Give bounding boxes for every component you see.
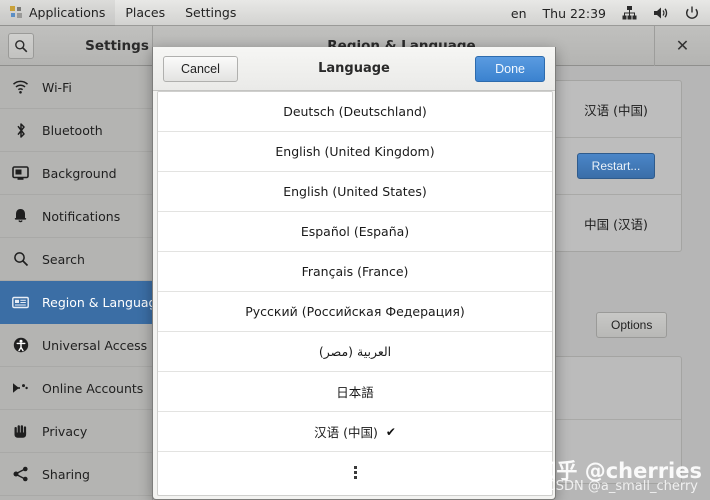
list-item[interactable]: Français (France) xyxy=(158,252,552,292)
settings-sidebar: Wi-Fi Bluetooth Background Notifications… xyxy=(0,66,153,500)
sidebar-item-region-and-language[interactable]: Region & Language xyxy=(0,281,152,324)
show-more-button[interactable] xyxy=(158,452,552,492)
clock-label: Thu 22:39 xyxy=(542,5,606,21)
list-item[interactable]: English (United States) xyxy=(158,172,552,212)
language-label: Français (France) xyxy=(301,264,409,279)
more-vertical-icon xyxy=(353,465,357,479)
sidebar-item-label: Universal Access xyxy=(42,337,148,353)
sidebar-item-label: Search xyxy=(42,251,85,267)
online-accounts-icon xyxy=(12,380,29,397)
checkmark-icon: ✔ xyxy=(385,424,396,439)
sidebar-item-label: Online Accounts xyxy=(42,380,144,396)
menu-places-label: Places xyxy=(125,5,166,20)
language-value: 汉语 (中国) xyxy=(584,102,648,118)
input-source-row-2[interactable] xyxy=(551,420,681,483)
language-label: English (United Kingdom) xyxy=(275,144,435,159)
language-label: Русский (Российская Федерация) xyxy=(245,304,465,319)
accessibility-icon xyxy=(12,337,29,354)
formats-value-row[interactable]: 中国 (汉语) xyxy=(551,195,681,252)
sidebar-item-label: Notifications xyxy=(42,208,121,224)
menu-settings-label: Settings xyxy=(185,5,237,20)
formats-value: 中国 (汉语) xyxy=(584,217,648,232)
bell-icon xyxy=(12,208,29,225)
language-value-row[interactable]: 汉语 (中国) xyxy=(551,81,681,138)
display-icon xyxy=(12,165,29,182)
menu-settings[interactable]: Settings xyxy=(175,0,246,26)
sidebar-item-wifi[interactable]: Wi-Fi xyxy=(0,66,152,109)
desktop-screen: Applications Places Settings en Thu 22:3… xyxy=(0,0,710,500)
language-dialog: Cancel Language Done Deutsch (Deutschlan… xyxy=(152,47,556,500)
sidebar-item-label: Wi-Fi xyxy=(42,79,72,95)
language-label: English (United States) xyxy=(283,184,427,199)
restart-row: Restart... xyxy=(551,138,681,195)
menu-places[interactable]: Places xyxy=(115,0,175,26)
top-panel-right: en Thu 22:39 xyxy=(504,0,706,26)
volume-icon[interactable] xyxy=(646,0,676,26)
list-item[interactable]: English (United Kingdom) xyxy=(158,132,552,172)
list-item[interactable]: Español (España) xyxy=(158,212,552,252)
cancel-button[interactable]: Cancel xyxy=(163,56,238,82)
done-button[interactable]: Done xyxy=(475,56,545,82)
sidebar-item-label: Sharing xyxy=(42,466,90,482)
input-source-indicator[interactable]: en xyxy=(504,0,534,26)
input-source-label: en xyxy=(510,5,527,21)
language-label: العربية (مصر) xyxy=(318,344,392,359)
input-sources-card xyxy=(550,356,682,484)
menu-applications[interactable]: Applications xyxy=(0,0,116,26)
sidebar-item-search[interactable]: Search xyxy=(0,238,152,281)
sidebar-item-universal-access[interactable]: Universal Access xyxy=(0,324,152,367)
restart-button[interactable]: Restart... xyxy=(576,153,656,179)
language-label: Español (España) xyxy=(300,224,410,239)
bluetooth-icon xyxy=(12,122,29,139)
top-panel-left: Applications Places Settings xyxy=(0,0,246,26)
power-icon[interactable] xyxy=(678,0,706,26)
sidebar-item-label: Background xyxy=(42,165,117,181)
list-item[interactable]: 日本語 xyxy=(158,372,552,412)
sharing-icon xyxy=(12,466,29,483)
sidebar-item-bluetooth[interactable]: Bluetooth xyxy=(0,109,152,152)
language-list[interactable]: Deutsch (Deutschland) English (United Ki… xyxy=(157,91,553,496)
dialog-header: Cancel Language Done xyxy=(153,47,555,91)
language-label: 日本語 xyxy=(336,385,374,400)
sidebar-item-label: Bluetooth xyxy=(42,122,103,138)
settings-header-right: ✕ xyxy=(654,26,710,66)
privacy-hand-icon xyxy=(12,423,29,440)
search-icon xyxy=(15,39,28,52)
settings-header-left: Settings xyxy=(0,25,153,66)
sidebar-item-privacy[interactable]: Privacy xyxy=(0,410,152,453)
close-icon[interactable]: ✕ xyxy=(671,34,695,58)
gnome-top-panel: Applications Places Settings en Thu 22:3… xyxy=(0,0,710,26)
clock[interactable]: Thu 22:39 xyxy=(536,0,613,26)
language-card: 汉语 (中国) Restart... 中国 (汉语) xyxy=(550,80,682,252)
language-label: Deutsch (Deutschland) xyxy=(283,104,427,119)
language-label: 汉语 (中国) xyxy=(314,425,378,440)
sidebar-item-label: Region & Language xyxy=(42,294,153,310)
network-icon[interactable] xyxy=(615,0,644,26)
sidebar-item-background[interactable]: Background xyxy=(0,152,152,195)
sidebar-item-notifications[interactable]: Notifications xyxy=(0,195,152,238)
list-item[interactable]: Deutsch (Deutschland) xyxy=(158,92,552,132)
search-icon xyxy=(12,251,29,268)
search-button[interactable] xyxy=(8,32,34,59)
list-item[interactable]: العربية (مصر) xyxy=(158,332,552,372)
app-grid-icon xyxy=(10,6,23,19)
options-button[interactable]: Options xyxy=(596,312,668,338)
wifi-icon xyxy=(12,79,29,96)
list-item[interactable]: Русский (Российская Федерация) xyxy=(158,292,552,332)
list-item-selected[interactable]: 汉语 (中国) ✔ xyxy=(158,412,552,452)
region-icon xyxy=(12,294,29,311)
sidebar-item-online-accounts[interactable]: Online Accounts xyxy=(0,367,152,410)
input-source-row-1[interactable] xyxy=(551,357,681,420)
sidebar-item-sharing[interactable]: Sharing xyxy=(0,453,152,496)
sidebar-item-label: Privacy xyxy=(42,423,88,439)
menu-applications-label: Applications xyxy=(29,5,106,20)
